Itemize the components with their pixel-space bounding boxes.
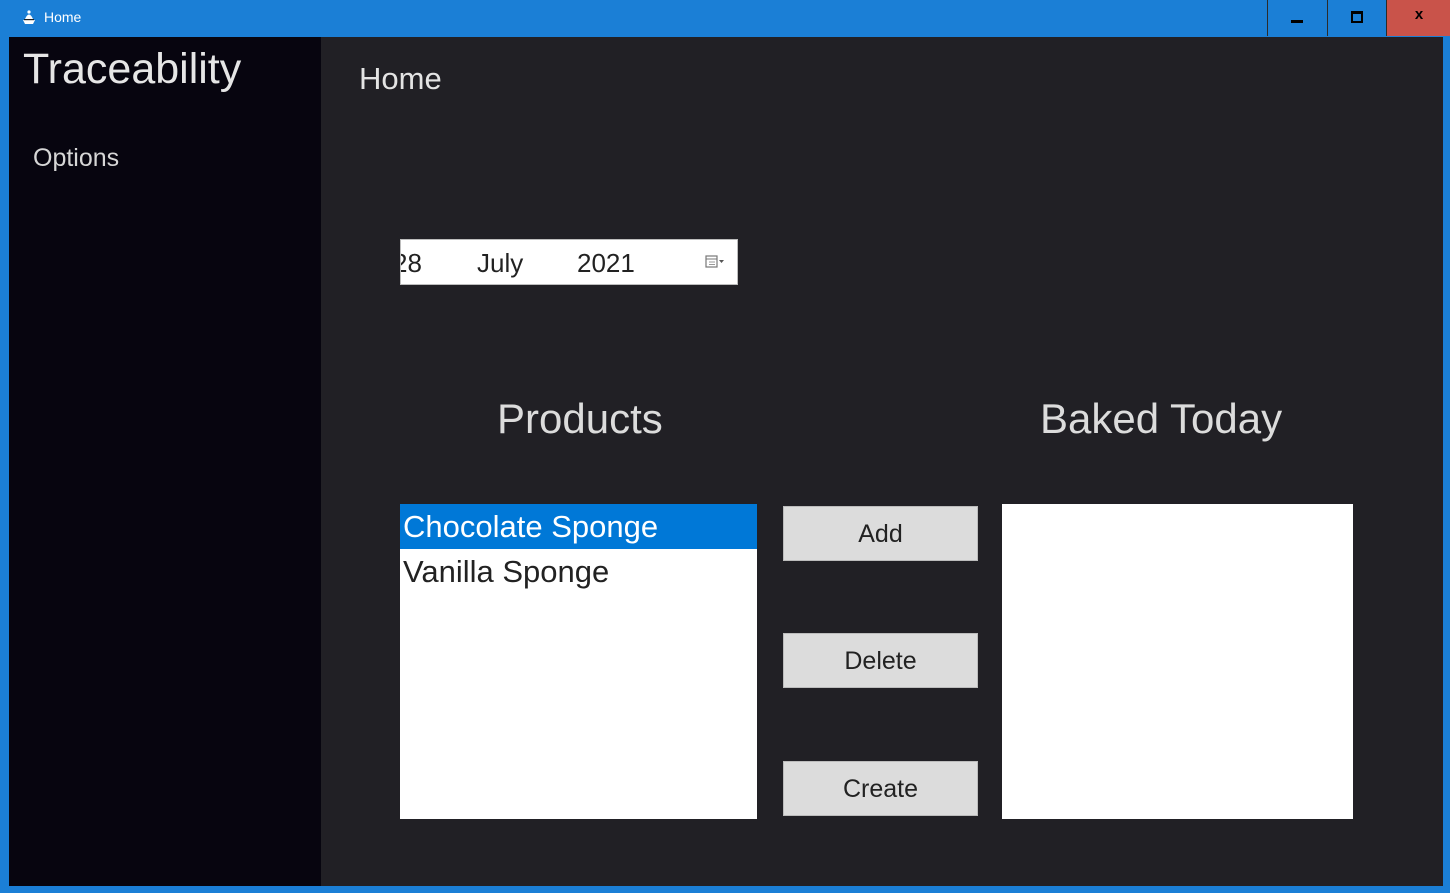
maximize-icon [1351,11,1363,23]
window-content: Traceability Options Home 28 July 2021 P… [9,37,1443,886]
list-item[interactable]: Vanilla Sponge [400,549,757,594]
title-bar: Home x [0,0,1450,36]
date-picker[interactable]: 28 July 2021 [400,239,738,285]
minimize-icon [1291,20,1303,23]
list-item[interactable]: Chocolate Sponge [400,504,757,549]
products-heading: Products [497,395,663,442]
products-list[interactable]: Chocolate Sponge Vanilla Sponge [400,504,757,819]
sidebar-item-options[interactable]: Options [33,144,119,173]
date-year[interactable]: 2021 [577,248,635,279]
delete-button[interactable]: Delete [783,633,978,688]
baked-today-heading: Baked Today [1040,395,1283,442]
sidebar: Traceability Options [9,37,321,886]
date-month[interactable]: July [477,248,523,279]
baked-today-list[interactable] [1002,504,1353,819]
app-name: Traceability [23,45,242,93]
maximize-button[interactable] [1327,0,1386,36]
date-day[interactable]: 28 [401,248,422,279]
app-icon [23,10,35,24]
close-button[interactable]: x [1386,0,1450,36]
calendar-icon[interactable] [705,254,725,270]
page-title: Home [359,61,442,96]
minimize-button[interactable] [1267,0,1326,36]
window-title: Home [44,9,82,25]
create-button[interactable]: Create [783,761,978,816]
add-button[interactable]: Add [783,506,978,561]
close-icon: x [1414,6,1424,23]
